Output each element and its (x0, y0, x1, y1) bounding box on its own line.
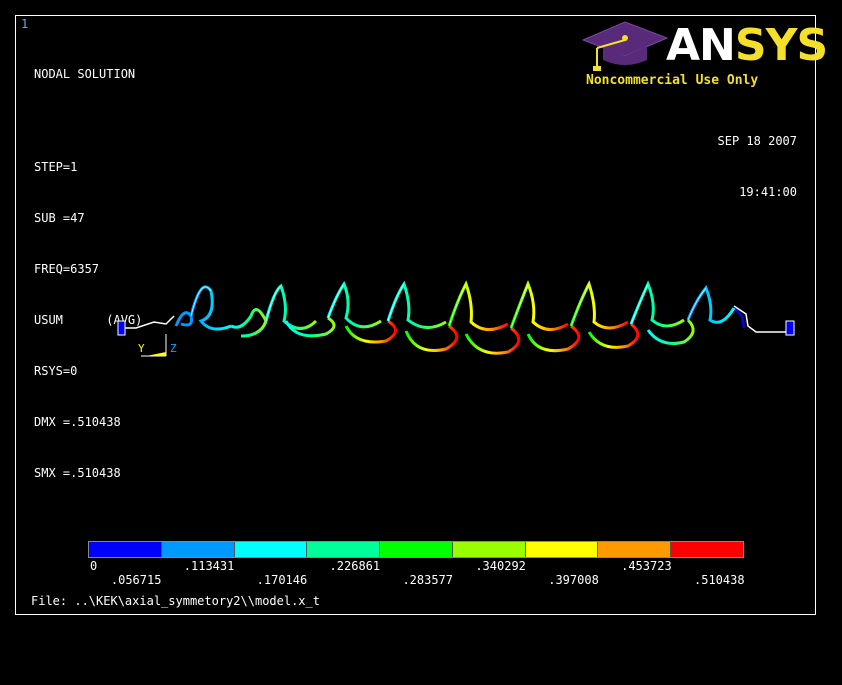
graphics-viewport[interactable]: 1 NODAL SOLUTION STEP=1 SUB =47 FREQ=635… (15, 15, 828, 615)
inner-edges (190, 283, 707, 329)
legend-swatch (452, 542, 526, 557)
legend-swatch (89, 542, 162, 557)
right-support (733, 305, 795, 336)
legend-tick-label: .397008 (548, 573, 599, 587)
legend-tick-label: .340292 (475, 559, 526, 573)
model-plot: Y Z (117, 280, 795, 357)
legend-tick-label: .510438 (694, 573, 745, 587)
helix-coils (174, 280, 736, 355)
legend-swatch (161, 542, 235, 557)
legend-tick-label: .170146 (256, 573, 308, 587)
legend-swatch (307, 542, 381, 557)
legend-swatch (671, 542, 744, 557)
contour-legend (88, 541, 744, 558)
legend-swatch (525, 542, 599, 557)
triad-y-label: Y (138, 342, 145, 355)
legend-tick-label: 0 (90, 559, 98, 573)
triad-z-label: Z (170, 342, 177, 355)
legend-swatch (598, 542, 672, 557)
legend-tick-label: .113431 (183, 559, 235, 573)
legend-tick-label: .453723 (621, 559, 672, 573)
file-path: File: ..\KEK\axial_symmetory2\\model.x_t (31, 594, 320, 608)
legend-tick-label: .056715 (110, 573, 162, 587)
left-support (117, 315, 175, 336)
legend-tick-label: .283577 (402, 573, 454, 587)
coordinate-triad: Y Z (138, 334, 177, 357)
legend-swatch (380, 542, 453, 557)
legend-swatch (234, 542, 308, 557)
legend-tick-label: .226861 (329, 559, 381, 573)
